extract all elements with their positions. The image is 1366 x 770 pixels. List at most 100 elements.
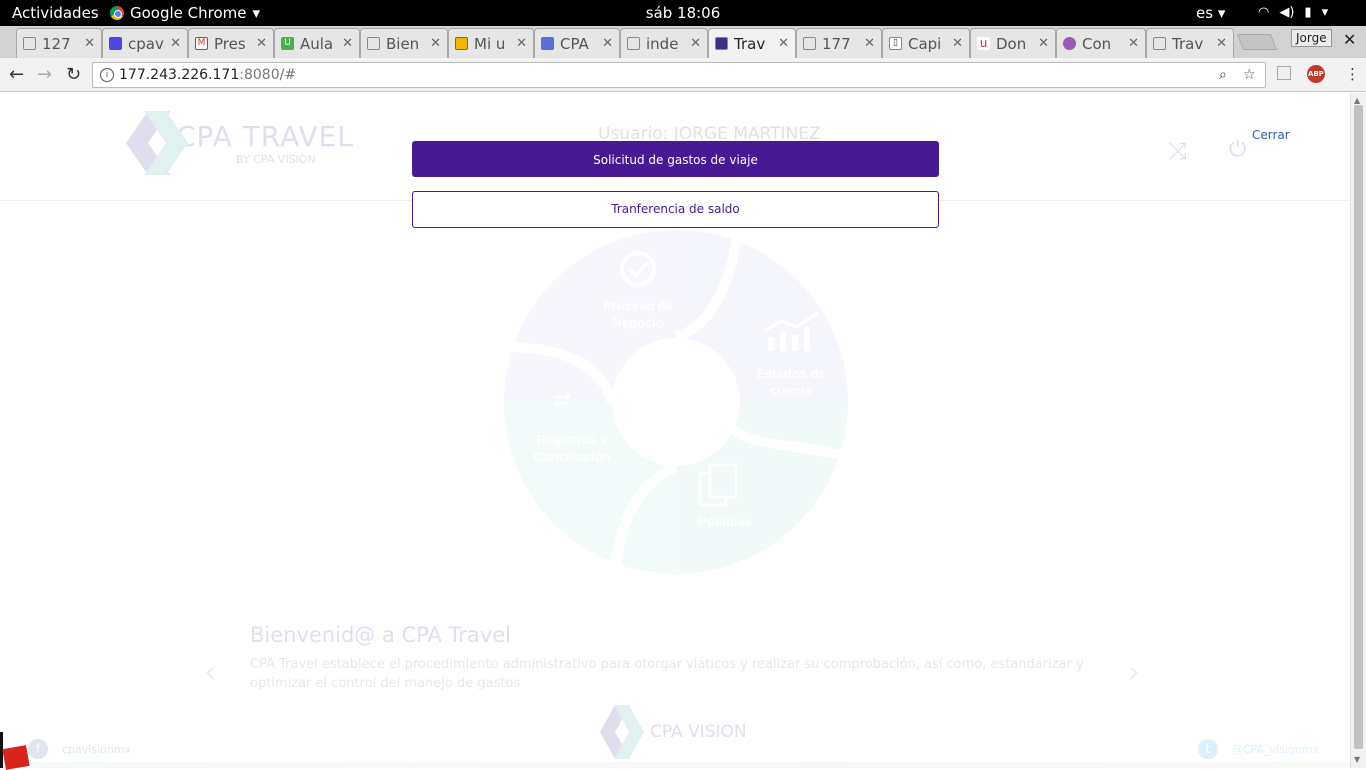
segment-label-estados-2: cuenta bbox=[770, 383, 813, 398]
close-icon[interactable]: ✕ bbox=[864, 36, 875, 51]
close-icon[interactable]: ✕ bbox=[602, 36, 613, 51]
facebook-icon: f bbox=[28, 739, 48, 759]
segment-label-estados-1: Estados de bbox=[756, 366, 825, 381]
close-icon[interactable]: ✕ bbox=[690, 36, 701, 51]
segment-label-proceso-1: Proceso de bbox=[603, 298, 673, 313]
system-top-bar: Actividades Google Chrome ▾ sáb 18:06 es… bbox=[0, 0, 1366, 26]
scroll-thumb[interactable] bbox=[1354, 105, 1363, 749]
clock[interactable]: sáb 18:06 bbox=[646, 4, 721, 22]
close-icon[interactable]: ✕ bbox=[256, 36, 267, 51]
book-icon: ▯ bbox=[889, 37, 902, 50]
process-diagram: Proceso de Negocio Estados de cuenta Pol… bbox=[503, 230, 850, 574]
footer-logo-text: CPA VISION bbox=[650, 722, 747, 742]
scroll-down-icon[interactable]: ▼ bbox=[1354, 755, 1360, 764]
logo-mark bbox=[118, 107, 190, 179]
close-icon[interactable]: ✕ bbox=[778, 36, 789, 51]
browser-tab[interactable]: 127 ✕ bbox=[16, 28, 102, 58]
wifi-icon: ◠ bbox=[1258, 5, 1270, 20]
app-name: Google Chrome bbox=[130, 4, 247, 22]
browser-toolbar: ← → ↻ i 177.243.226.171:8080/# ⌕ ☆ ABP ⋮ bbox=[0, 58, 1366, 92]
scroll-up-icon[interactable]: ▲ bbox=[1354, 96, 1360, 105]
browser-tab[interactable]: U Aula ✕ bbox=[274, 28, 360, 58]
close-icon[interactable]: ✕ bbox=[952, 36, 963, 51]
browser-tab[interactable]: Con ✕ bbox=[1056, 28, 1146, 58]
profile-button[interactable]: Jorge bbox=[1291, 29, 1332, 47]
sync-icon: ⇄ bbox=[553, 388, 571, 413]
back-button[interactable]: ← bbox=[9, 64, 24, 85]
drive-icon bbox=[455, 37, 468, 50]
url-text: 177.243.226.171:8080/# bbox=[119, 67, 297, 83]
system-tray[interactable]: ◠ ◀) ▮ ▾ bbox=[1258, 5, 1328, 20]
extension-icon[interactable] bbox=[1277, 66, 1291, 80]
transferencia-saldo-button[interactable]: Tranferencia de saldo bbox=[412, 191, 939, 228]
app-menu[interactable]: Google Chrome ▾ bbox=[110, 4, 260, 22]
carousel-next-icon[interactable]: › bbox=[1128, 655, 1140, 690]
bookmark-star-icon[interactable]: ☆ bbox=[1243, 63, 1256, 87]
close-icon[interactable]: ✕ bbox=[1038, 36, 1049, 51]
zoom-icon[interactable]: ⌕ bbox=[1219, 63, 1227, 87]
activities-button[interactable]: Actividades bbox=[12, 4, 99, 22]
udemy-u-icon: u bbox=[977, 37, 990, 50]
drive-warning-icon bbox=[23, 37, 36, 50]
page-icon bbox=[803, 37, 816, 50]
app-launcher-icon[interactable] bbox=[2, 745, 30, 770]
browser-tab[interactable]: Trav ✕ bbox=[1146, 28, 1234, 58]
address-bar[interactable]: i 177.243.226.171:8080/# ⌕ ☆ bbox=[92, 62, 1266, 88]
battery-icon: ▮ bbox=[1304, 5, 1312, 20]
browser-tab[interactable]: inde ✕ bbox=[620, 28, 708, 58]
page-icon bbox=[367, 37, 380, 50]
welcome-section: Bienvenid@ a CPA Travel CPA Travel estab… bbox=[250, 623, 1110, 693]
chrome-menu-icon[interactable]: ⋮ bbox=[1345, 65, 1360, 83]
close-icon[interactable]: ✕ bbox=[342, 36, 353, 51]
diagram-center bbox=[612, 338, 740, 466]
chevron-down-icon: ▾ bbox=[1321, 5, 1329, 20]
twitter-link[interactable]: t @CPA_visionmx bbox=[1198, 739, 1319, 759]
browser-tab[interactable]: Mi u ✕ bbox=[448, 28, 534, 58]
vertical-scrollbar[interactable]: ▲ ▼ bbox=[1350, 93, 1366, 768]
chevron-down-icon: ▾ bbox=[252, 4, 261, 22]
shuffle-icon[interactable]: ⤨ bbox=[1168, 137, 1187, 165]
browser-tab[interactable]: Bien ✕ bbox=[360, 28, 448, 58]
segment-label-registros-1: Registros y bbox=[537, 432, 609, 447]
browser-tab[interactable]: CPA ✕ bbox=[534, 28, 620, 58]
pin-icon bbox=[1063, 37, 1076, 50]
browser-tab[interactable]: ▯ Capi ✕ bbox=[882, 28, 970, 58]
cpa-vision-logo: CPA VISION bbox=[600, 705, 747, 759]
forward-button[interactable]: → bbox=[37, 64, 52, 85]
power-icon[interactable]: ⏻ bbox=[1229, 137, 1246, 162]
info-icon[interactable]: i bbox=[100, 68, 114, 82]
cerrar-link[interactable]: Cerrar bbox=[1252, 128, 1290, 142]
facebook-link[interactable]: f cpavisionmx bbox=[28, 739, 131, 759]
close-icon[interactable]: ✕ bbox=[430, 36, 441, 51]
volume-icon: ◀) bbox=[1279, 5, 1295, 20]
browser-tab[interactable]: u Don ✕ bbox=[970, 28, 1056, 58]
segment-label-proceso-2: Negocio bbox=[612, 315, 663, 330]
browser-tab[interactable]: cpav ✕ bbox=[102, 28, 188, 58]
browser-tab-active[interactable]: Trav ✕ bbox=[708, 28, 796, 58]
segment-label-politicas: Políticas bbox=[698, 514, 751, 529]
carousel-prev-icon[interactable]: ‹ bbox=[204, 655, 216, 690]
close-icon[interactable]: ✕ bbox=[1216, 36, 1227, 51]
reload-button[interactable]: ↻ bbox=[66, 64, 81, 85]
cpa-icon bbox=[715, 37, 728, 50]
page-icon bbox=[627, 37, 640, 50]
page-icon bbox=[1153, 37, 1166, 50]
browser-tab[interactable]: 177 ✕ bbox=[796, 28, 882, 58]
udemy-icon: U bbox=[281, 37, 294, 50]
close-icon[interactable]: ✕ bbox=[170, 36, 181, 51]
close-icon[interactable]: ✕ bbox=[516, 36, 527, 51]
adblock-icon[interactable]: ABP bbox=[1307, 65, 1325, 83]
language-selector[interactable]: es ▾ bbox=[1196, 4, 1225, 22]
welcome-text: CPA Travel establece el procedimiento ad… bbox=[250, 657, 1084, 691]
window-close-icon[interactable]: ✕ bbox=[1343, 30, 1356, 49]
browser-tab[interactable]: M Pres ✕ bbox=[188, 28, 274, 58]
twitter-icon: t bbox=[1198, 739, 1218, 759]
logo-title: CPA TRAVEL bbox=[176, 120, 354, 153]
solicitud-gastos-button[interactable]: Solicitud de gastos de viaje bbox=[412, 141, 939, 177]
close-icon[interactable]: ✕ bbox=[1128, 36, 1139, 51]
cpa-travel-logo: CPA TRAVEL BY CPA VISION bbox=[118, 107, 354, 179]
close-icon[interactable]: ✕ bbox=[84, 36, 95, 51]
docs-icon bbox=[541, 37, 554, 50]
new-tab-button[interactable] bbox=[1237, 34, 1277, 50]
gmail-icon: M bbox=[195, 37, 208, 50]
